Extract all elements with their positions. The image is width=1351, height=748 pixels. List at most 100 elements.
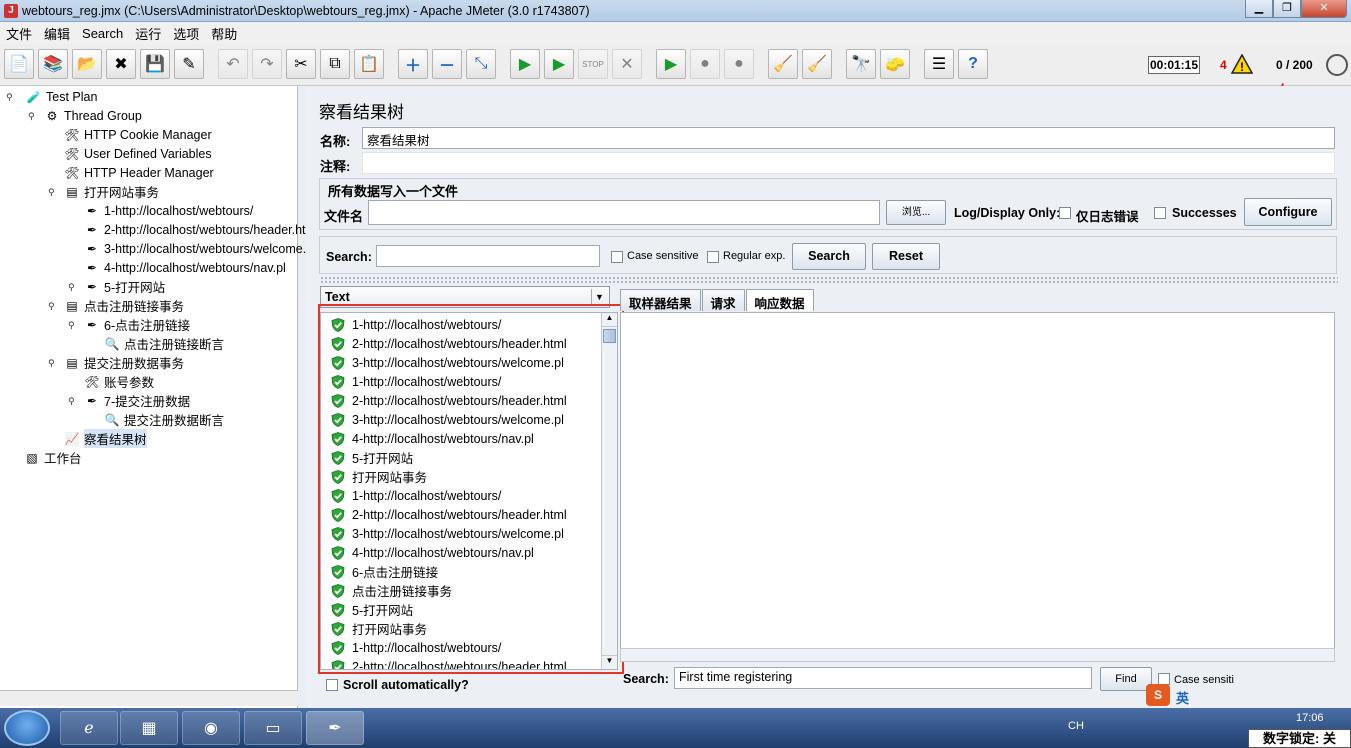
sampler-icon: ✒ [86,393,98,408]
clear-all-icon[interactable]: 🧹 [802,49,832,79]
help-icon[interactable]: ? [958,49,988,79]
case-sensitive-checkbox[interactable] [611,251,623,263]
menu-run[interactable]: 运行 [129,24,167,43]
tree-node-test-plan[interactable]: 🧪 Test Plan [26,87,98,106]
tree-node-sampler[interactable]: ✒ 5-打开网站 [84,277,165,296]
save-screenshot-icon[interactable]: ✎ [174,49,204,79]
collapse-all-icon[interactable]: － [432,49,462,79]
expand-all-icon[interactable]: ＋ [398,49,428,79]
start-icon[interactable]: ▶ [510,49,540,79]
tree-node-transaction-open[interactable]: ▤ 打开网站事务 [64,182,159,201]
response-horizontal-scrollbar[interactable] [620,648,1335,662]
cmd-icon[interactable]: ▭ [244,711,302,745]
tree-node-transaction-submit[interactable]: ▤ 提交注册数据事务 [64,353,184,372]
test-plan-tree: ⚲ 🧪 Test Plan ⚲ ⚙ Thread Group 🛠 HTTP Cooki… [0,86,319,708]
cut-icon[interactable]: ✂ [286,49,316,79]
tree-node-sampler[interactable]: ✒ 1-http://localhost/webtours/ [84,201,253,220]
clear-icon[interactable]: 🧹 [768,49,798,79]
scroll-auto-checkbox[interactable] [326,679,338,691]
tree-node-sampler[interactable]: ✒ 7-提交注册数据 [84,391,190,410]
scroll-auto-label: Scroll automatically? [343,678,469,692]
save-icon[interactable]: 💾 [140,49,170,79]
close-button[interactable]: ✕ [1301,0,1347,18]
tab-request[interactable]: 请求 [701,289,745,311]
menu-bar: 文件 编辑 Search 运行 选项 帮助 [0,22,1351,44]
shutdown-icon[interactable]: ✕ [612,49,642,79]
start-no-pauses-icon[interactable]: ▶ [544,49,574,79]
undo-icon[interactable]: ↶ [218,49,248,79]
ime-mode-label[interactable]: 英 [1176,688,1189,707]
tree-horizontal-scrollbar[interactable] [0,690,298,706]
clock[interactable]: 17:06 [1296,712,1324,724]
transaction-icon: ▤ [66,298,78,313]
menu-edit[interactable]: 编辑 [38,24,76,43]
tree-node-sampler[interactable]: ✒ 4-http://localhost/webtours/nav.pl [84,258,286,277]
transaction-icon: ▤ [66,184,78,199]
response-data-area[interactable] [620,312,1335,662]
remote-start-icon[interactable]: ▶ [656,49,686,79]
tree-node-thread-group[interactable]: ⚙ Thread Group [44,106,142,125]
tree-node-account-params[interactable]: 🛠 账号参数 [84,372,154,391]
reset-search-icon[interactable]: 🧽 [880,49,910,79]
errors-only-checkbox[interactable] [1059,207,1071,219]
file-explorer-icon[interactable]: ▦ [120,711,178,745]
tree-node-user-variables[interactable]: 🛠 User Defined Variables [64,144,211,163]
tree-node-assertion[interactable]: 🔍 点击注册链接断言 [104,334,225,353]
redo-icon[interactable]: ↷ [252,49,282,79]
wrench-icon: 🛠 [64,146,80,161]
sampler-icon: ✒ [86,203,98,218]
start-button[interactable] [4,710,50,746]
language-indicator[interactable]: CH [1068,720,1084,732]
tree-node-workbench[interactable]: ▧ 工作台 [24,448,81,467]
menu-options[interactable]: 选项 [167,24,205,43]
warning-icon[interactable]: ! [1231,54,1253,74]
stop-icon[interactable]: STOP [578,49,608,79]
bottom-search-input[interactable]: First time registering [674,667,1092,689]
search-input[interactable] [376,245,600,267]
open-icon[interactable]: 📂 [72,49,102,79]
tab-sampler-result[interactable]: 取样器结果 [620,289,701,311]
filename-input[interactable] [368,200,880,225]
tree-node-sampler[interactable]: ✒ 3-http://localhost/webtours/welcome.pl [84,239,316,258]
sampler-icon: ✒ [86,317,98,332]
menu-file[interactable]: 文件 [0,24,38,43]
active-threads: 0 / 200 [1276,58,1313,72]
configure-button[interactable]: Configure [1244,198,1332,226]
tab-response-data[interactable]: 响应数据 [745,289,814,311]
regex-label: Regular exp. [723,250,786,262]
ie-icon[interactable]: ℯ [60,711,118,745]
tree-node-sampler[interactable]: ✒ 6-点击注册链接 [84,315,190,334]
tree-node-sampler[interactable]: ✒ 2-http://localhost/webtours/header.html [84,220,319,239]
successes-checkbox[interactable] [1154,207,1166,219]
chrome-icon[interactable]: ◉ [182,711,240,745]
search-button[interactable]: Search [792,243,866,270]
comment-field[interactable] [362,152,1335,174]
tree-node-header-manager[interactable]: 🛠 HTTP Header Manager [64,163,213,182]
templates-icon[interactable]: 📚 [38,49,68,79]
close-file-icon[interactable]: ✖ [106,49,136,79]
copy-icon[interactable]: ⧉ [320,49,350,79]
function-helper-icon[interactable]: ☰ [924,49,954,79]
tree-node-cookie-manager[interactable]: 🛠 HTTP Cookie Manager [64,125,211,144]
jmeter-task-icon[interactable]: ✒ [306,711,364,745]
browse-button[interactable]: 浏览... [886,200,946,225]
search-icon[interactable]: 🔭 [846,49,876,79]
paste-icon[interactable]: 📋 [354,49,384,79]
split-divider[interactable] [320,276,1338,284]
minimize-button[interactable]: ▁ [1245,0,1273,18]
find-button[interactable]: Find [1100,667,1152,691]
menu-help[interactable]: 帮助 [205,24,243,43]
remote-stop-icon[interactable]: ● [690,49,720,79]
remote-shutdown-icon[interactable]: ● [724,49,754,79]
menu-search[interactable]: Search [76,26,129,41]
tree-node-view-results-tree[interactable]: 📈 察看结果树 [64,429,147,448]
maximize-button[interactable]: ❐ [1273,0,1301,18]
sogou-ime-icon[interactable]: S [1146,684,1170,706]
toggle-icon[interactable]: ⤡ [466,49,496,79]
regex-checkbox[interactable] [707,251,719,263]
new-icon[interactable]: 📄 [4,49,34,79]
name-field[interactable]: 察看结果树 [362,127,1335,149]
tree-node-assertion[interactable]: 🔍 提交注册数据断言 [104,410,225,429]
reset-button[interactable]: Reset [872,243,940,270]
tree-node-transaction-click[interactable]: ▤ 点击注册链接事务 [64,296,184,315]
